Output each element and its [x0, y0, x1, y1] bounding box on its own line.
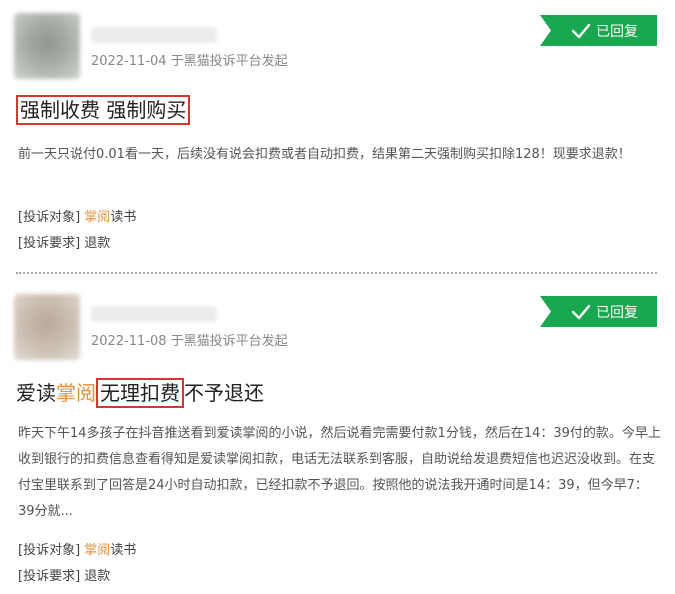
title-part-4[interactable]: 不予退还 — [184, 379, 264, 407]
target-label: [投诉对象] — [18, 543, 81, 558]
complaint-request: [投诉要求] 退款 — [18, 232, 110, 251]
user-avatar — [14, 13, 80, 79]
status-label: 已回复 — [596, 23, 638, 40]
user-avatar — [14, 294, 80, 360]
title-highlight-box[interactable]: 无理扣费 — [96, 378, 184, 408]
complaint-description: 昨天下午14多孩子在抖音推送看到爱读掌阅的小说，然后说看完需要付款1分钱，然后在… — [18, 426, 661, 519]
check-icon — [571, 304, 591, 319]
complaint-target: [投诉对象] 掌阅读书 — [18, 539, 136, 558]
target-app-link[interactable]: 掌阅 — [84, 543, 110, 558]
complaint-card[interactable]: 2022-11-08 于黑猫投诉平台发起 已回复 爱读 掌阅 无理扣费 不予退还 昨天… — [0, 280, 675, 594]
title-part-app[interactable]: 掌阅 — [56, 379, 96, 407]
replied-status-badge: 已回复 — [540, 296, 657, 327]
complaint-request: [投诉要求] 退款 — [18, 565, 110, 584]
complaint-card[interactable]: 2022-11-04 于黑猫投诉平台发起 已回复 强制收费 强制购买 前一天只说… — [0, 0, 675, 272]
status-label: 已回复 — [596, 304, 638, 321]
complaint-target: [投诉对象] 掌阅读书 — [18, 206, 136, 225]
request-label: [投诉要求] — [18, 569, 81, 584]
username-redacted — [91, 306, 217, 322]
target-suffix: 读书 — [110, 543, 137, 558]
complaint-description: 前一天只说付0.01看一天，后续没有说会扣费或者自动扣费，结果第二天强制购买扣除… — [18, 147, 631, 162]
complaint-title[interactable]: 爱读 掌阅 无理扣费 不予退还 — [16, 378, 264, 408]
target-app-link[interactable]: 掌阅 — [84, 210, 110, 225]
complaint-title[interactable]: 强制收费 强制购买 — [16, 95, 191, 125]
target-suffix: 读书 — [110, 210, 137, 225]
replied-status-badge: 已回复 — [540, 15, 657, 46]
card-divider — [16, 272, 657, 274]
request-label: [投诉要求] — [18, 236, 81, 251]
target-label: [投诉对象] — [18, 210, 81, 225]
request-value: 退款 — [84, 236, 111, 251]
title-highlight-box[interactable]: 强制收费 强制购买 — [16, 95, 191, 125]
check-icon — [571, 23, 591, 38]
complaint-date: 2022-11-04 于黑猫投诉平台发起 — [91, 54, 288, 69]
request-value: 退款 — [84, 569, 111, 584]
complaint-date: 2022-11-08 于黑猫投诉平台发起 — [91, 334, 288, 349]
title-part-1[interactable]: 爱读 — [16, 379, 56, 407]
username-redacted — [91, 27, 217, 43]
